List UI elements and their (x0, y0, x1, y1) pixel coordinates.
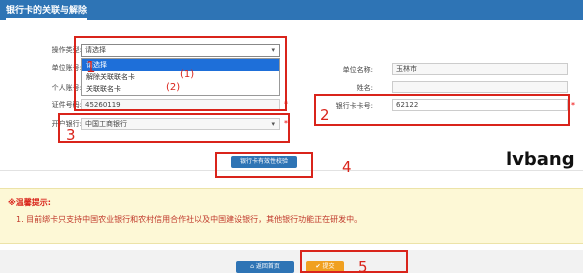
name-field (392, 81, 568, 93)
name-label: 姓名: (356, 84, 373, 92)
annotation-number: 4 (342, 158, 352, 176)
annotation-number: 2 (320, 106, 330, 124)
notice-panel: ※温馨提示: 1. 目前绑卡只支持中国农业银行和农村信用合作社以及中国建设银行，… (0, 188, 583, 244)
unit-no-label: 单位账号: (51, 64, 82, 72)
unit-name-label: 单位名称: (342, 66, 373, 74)
required-mark: * (571, 101, 575, 110)
watermark: lvbang (506, 149, 575, 170)
annotation-box-2 (314, 94, 570, 126)
notice-item: 1. 目前绑卡只支持中国农业银行和农村信用合作社以及中国建设银行，其他银行功能正… (16, 215, 363, 224)
id-no-label: 证件号码: (51, 101, 82, 109)
notice-title: ※温馨提示: (8, 198, 51, 207)
personal-no-label: 个人账号: (51, 84, 82, 92)
title-bar: 银行卡的关联与解除 (0, 0, 583, 20)
annotation-number: 3 (66, 126, 76, 144)
operation-type-label: 操作类型: (51, 46, 82, 54)
annotation-box-4 (215, 152, 313, 178)
back-home-button[interactable]: ⌂ 返回首页 (236, 261, 294, 273)
unit-name-field: 玉林市 (392, 63, 568, 75)
annotation-box-5 (300, 250, 408, 273)
page: 银行卡的关联与解除 操作类型: 请选择 ▾ 请选择 解除关联联名卡 关联联名卡 … (0, 0, 583, 273)
annotation-number: (2) (166, 82, 181, 93)
page-title: 银行卡的关联与解除 (6, 3, 88, 20)
unit-name-value: 玉林市 (396, 65, 417, 73)
annotation-number: (1) (180, 69, 195, 80)
annotation-box-3 (58, 113, 290, 143)
annotation-number: 1 (86, 58, 96, 76)
back-home-label: 返回首页 (255, 263, 280, 270)
annotation-number: 5 (358, 258, 368, 273)
